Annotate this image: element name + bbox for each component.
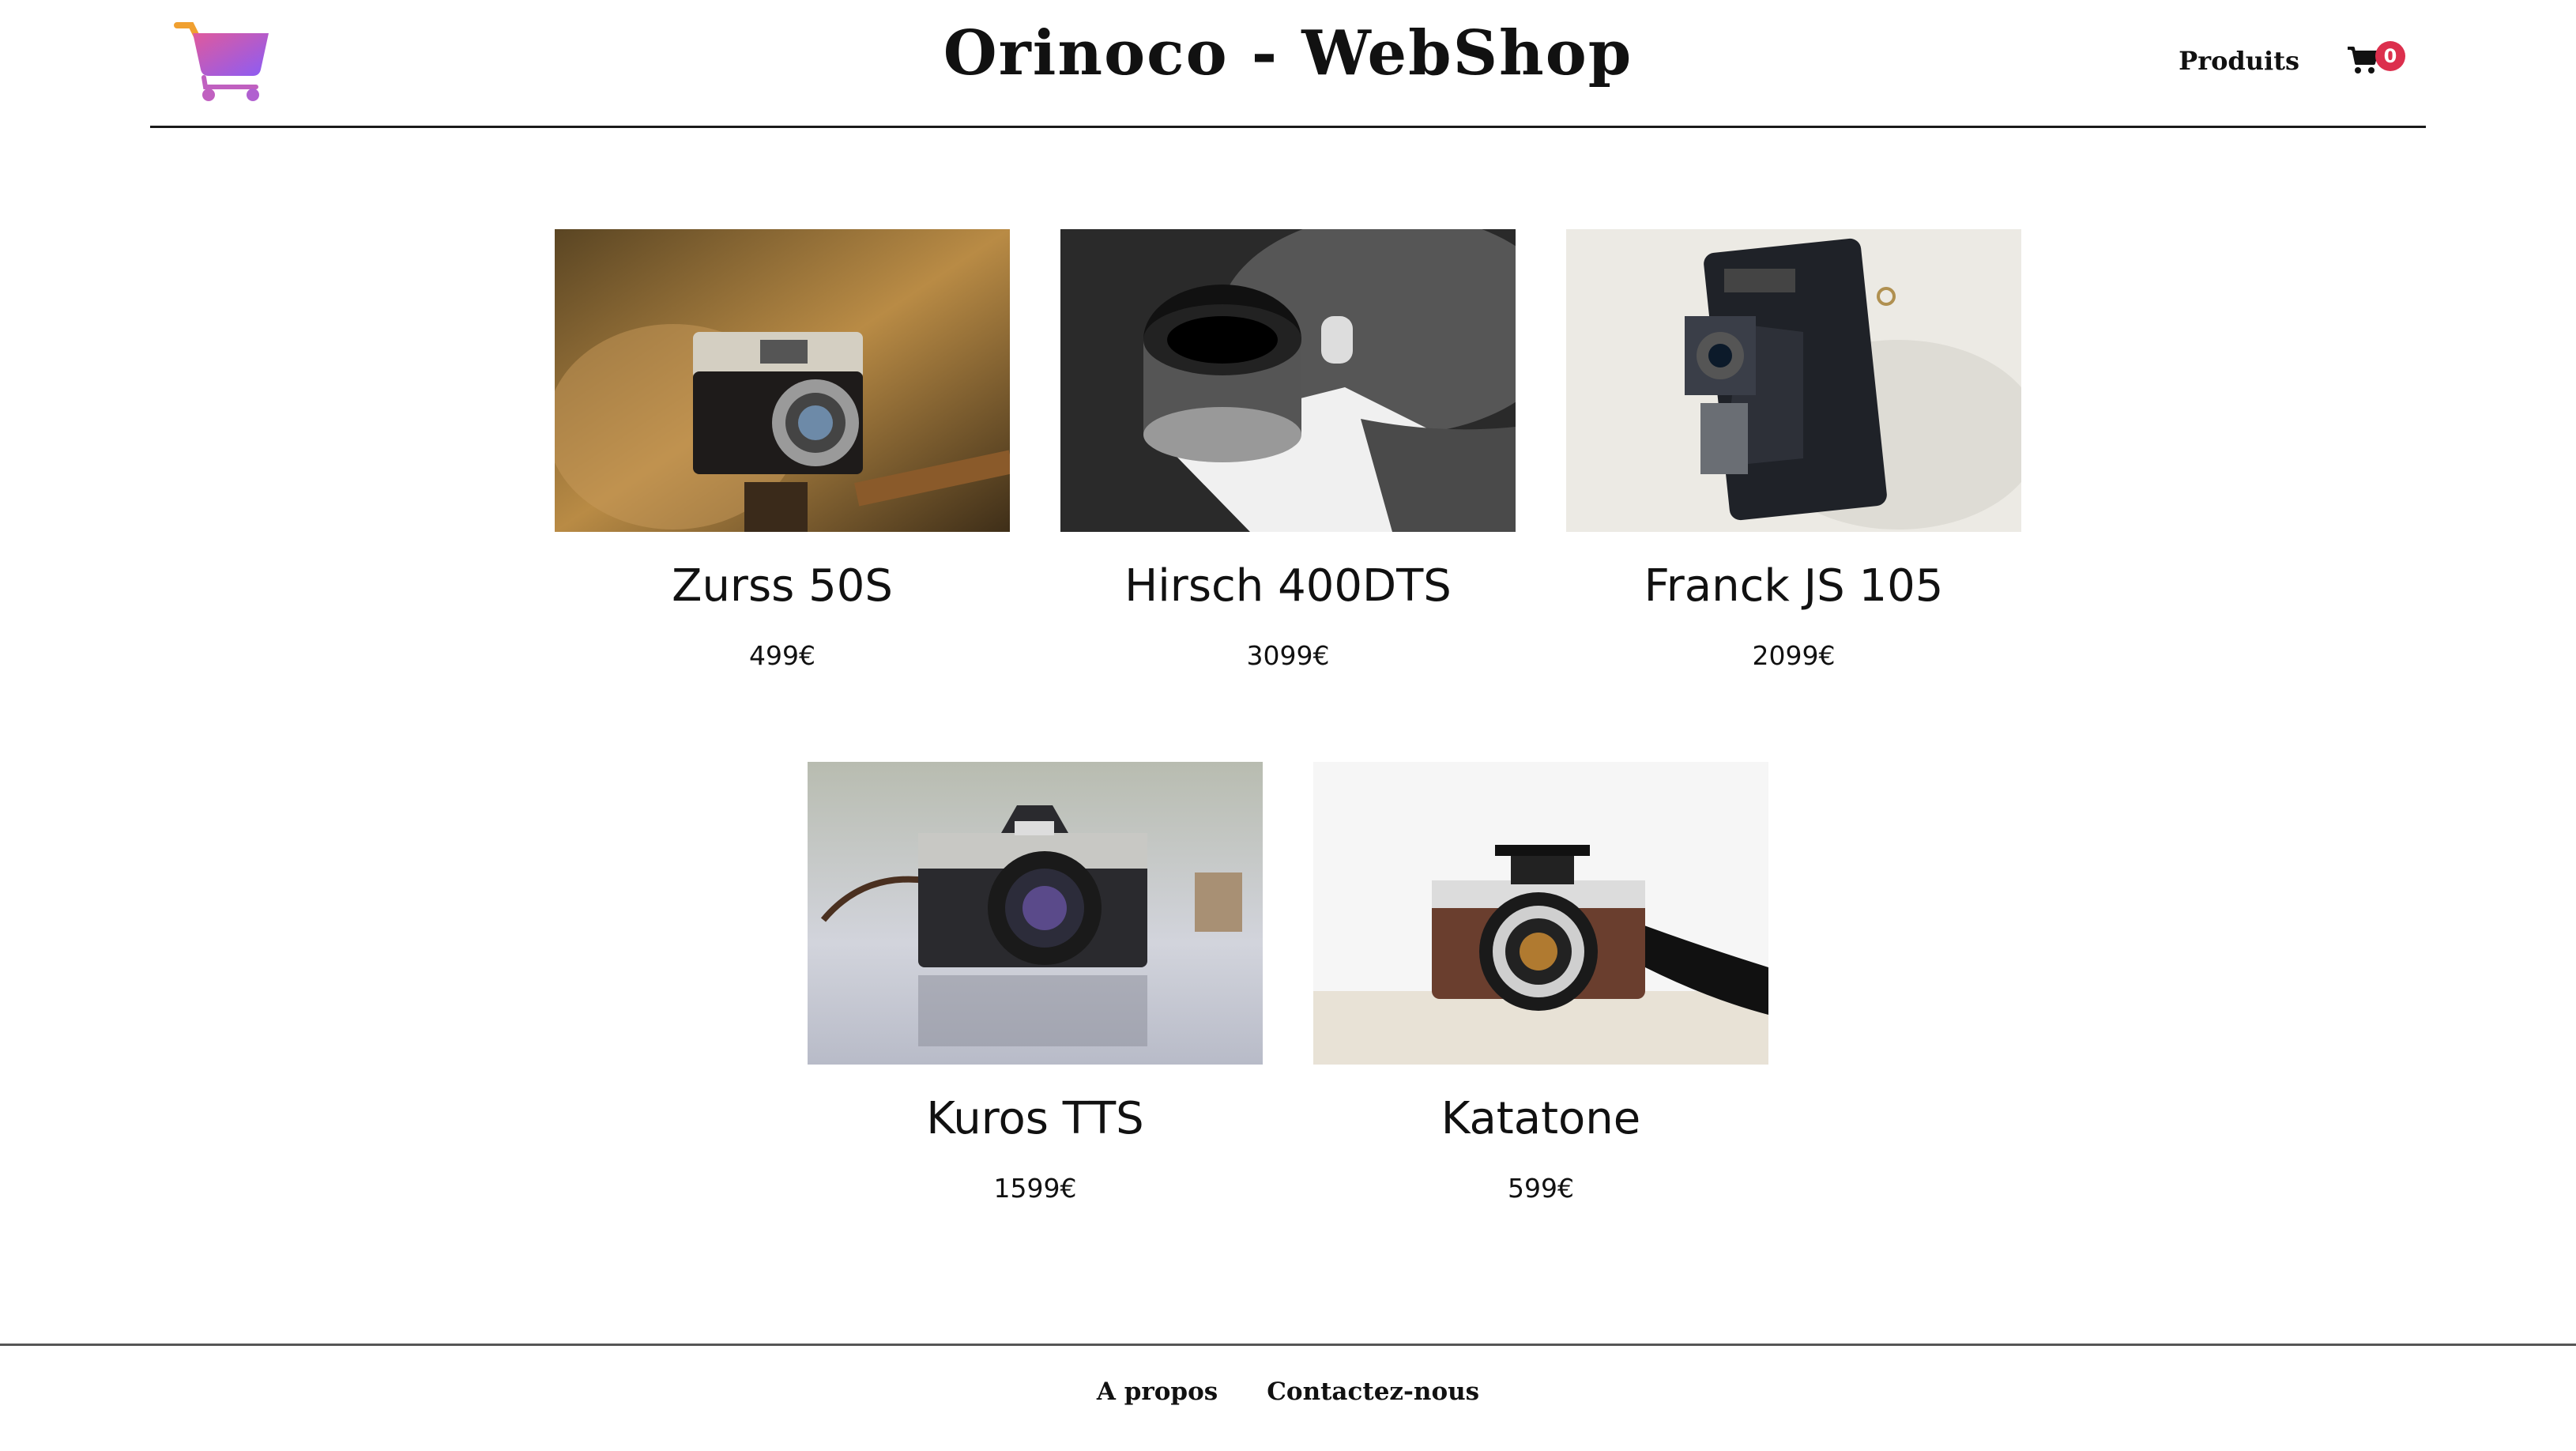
product-price: 3099€ xyxy=(1246,640,1330,671)
product-name[interactable]: Hirsch 400DTS xyxy=(1060,560,1516,612)
product-name[interactable]: Franck JS 105 xyxy=(1566,560,2021,612)
site-title: Orinoco - WebShop xyxy=(943,17,1633,89)
product-price: 1599€ xyxy=(993,1173,1077,1204)
site-footer: A propos Contactez-nous xyxy=(0,1344,2576,1451)
product-image[interactable] xyxy=(1566,229,2021,532)
product-price: 599€ xyxy=(1508,1173,1574,1204)
cart-count-badge: 0 xyxy=(2375,41,2405,71)
product-card[interactable]: Kuros TTS 1599€ xyxy=(808,762,1263,1204)
product-card[interactable]: Hirsch 400DTS 3099€ xyxy=(1060,229,1516,671)
footer-link-about[interactable]: A propos xyxy=(1097,1378,1218,1406)
product-card[interactable]: Zurss 50S 499€ xyxy=(555,229,1010,671)
product-name[interactable]: Katatone xyxy=(1313,1093,1768,1144)
product-name[interactable]: Kuros TTS xyxy=(808,1093,1263,1144)
cart-icon xyxy=(2348,47,2378,73)
product-image[interactable] xyxy=(1313,762,1768,1065)
cart-button[interactable]: 0 xyxy=(2347,41,2405,81)
product-image[interactable] xyxy=(808,762,1263,1065)
nav-link-products[interactable]: Produits xyxy=(2179,46,2299,76)
product-card[interactable]: Franck JS 105 2099€ xyxy=(1566,229,2021,671)
product-price: 499€ xyxy=(749,640,815,671)
product-name[interactable]: Zurss 50S xyxy=(555,560,1010,612)
footer-link-contact[interactable]: Contactez-nous xyxy=(1267,1378,1479,1406)
footer-nav: A propos Contactez-nous xyxy=(0,1378,2576,1406)
product-price: 2099€ xyxy=(1752,640,1836,671)
product-image[interactable] xyxy=(555,229,1010,532)
site-header: Orinoco - WebShop Produits 0 xyxy=(150,0,2426,128)
main-nav: Produits 0 xyxy=(2179,41,2405,81)
product-card[interactable]: Katatone 599€ xyxy=(1313,762,1768,1204)
product-image[interactable] xyxy=(1060,229,1516,532)
